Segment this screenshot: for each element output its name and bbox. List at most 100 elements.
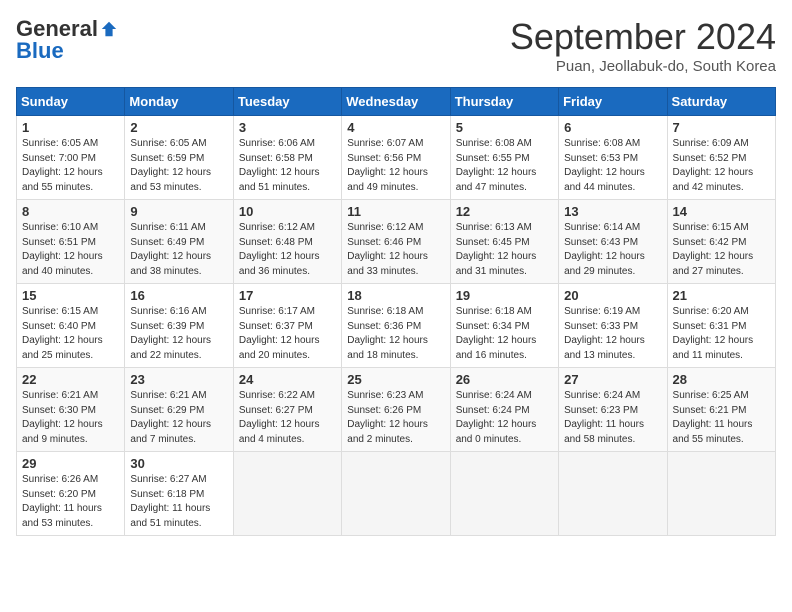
day-number: 28 xyxy=(673,372,770,387)
day-number: 21 xyxy=(673,288,770,303)
table-row: 3 Sunrise: 6:06 AMSunset: 6:58 PMDaylight… xyxy=(233,116,341,200)
day-info: Sunrise: 6:09 AMSunset: 6:52 PMDaylight:… xyxy=(673,137,770,195)
day-info: Sunrise: 6:11 AMSunset: 6:49 PMDaylight:… xyxy=(130,221,227,279)
day-info: Sunrise: 6:26 AMSunset: 6:20 PMDaylight:… xyxy=(22,473,119,531)
day-number: 11 xyxy=(347,204,444,219)
table-row: 30 Sunrise: 6:27 AMSunset: 6:18 PMDayligh… xyxy=(125,452,233,536)
table-row: 29 Sunrise: 6:26 AMSunset: 6:20 PMDayligh… xyxy=(17,452,125,536)
day-info: Sunrise: 6:06 AMSunset: 6:58 PMDaylight:… xyxy=(239,137,336,195)
table-row: 4 Sunrise: 6:07 AMSunset: 6:56 PMDaylight… xyxy=(342,116,450,200)
day-number: 9 xyxy=(130,204,227,219)
title-area: September 2024 Puan, Jeollabuk-do, South… xyxy=(510,16,776,75)
day-number: 20 xyxy=(564,288,661,303)
calendar-week-row: 1Sunrise: 6:05 AMSunset: 7:00 PMDaylight… xyxy=(17,116,776,200)
table-row: 14 Sunrise: 6:15 AMSunset: 6:42 PMDayligh… xyxy=(667,200,775,284)
logo: General Blue xyxy=(16,16,118,64)
table-row: 23Sunrise: 6:21 AMSunset: 6:29 PMDayligh… xyxy=(125,368,233,452)
day-info: Sunrise: 6:27 AMSunset: 6:18 PMDaylight:… xyxy=(130,473,227,531)
day-info: Sunrise: 6:24 AMSunset: 6:23 PMDaylight:… xyxy=(564,389,661,447)
month-title: September 2024 xyxy=(510,16,776,58)
weekday-header-cell: Monday xyxy=(125,88,233,116)
day-number: 26 xyxy=(456,372,553,387)
calendar-body: 1Sunrise: 6:05 AMSunset: 7:00 PMDaylight… xyxy=(17,116,776,536)
table-row xyxy=(342,452,450,536)
table-row: 12Sunrise: 6:13 AMSunset: 6:45 PMDayligh… xyxy=(450,200,558,284)
day-number: 22 xyxy=(22,372,119,387)
table-row: 27 Sunrise: 6:24 AMSunset: 6:23 PMDayligh… xyxy=(559,368,667,452)
table-row: 13Sunrise: 6:14 AMSunset: 6:43 PMDayligh… xyxy=(559,200,667,284)
day-number: 15 xyxy=(22,288,119,303)
day-info: Sunrise: 6:12 AMSunset: 6:48 PMDaylight:… xyxy=(239,221,336,279)
day-number: 18 xyxy=(347,288,444,303)
day-info: Sunrise: 6:12 AMSunset: 6:46 PMDaylight:… xyxy=(347,221,444,279)
day-number: 1 xyxy=(22,120,119,135)
day-number: 3 xyxy=(239,120,336,135)
header: General Blue September 2024 Puan, Jeolla… xyxy=(16,16,776,75)
day-number: 30 xyxy=(130,456,227,471)
calendar-week-row: 8 Sunrise: 6:10 AMSunset: 6:51 PMDaylight… xyxy=(17,200,776,284)
day-info: Sunrise: 6:08 AMSunset: 6:55 PMDaylight:… xyxy=(456,137,553,195)
day-info: Sunrise: 6:13 AMSunset: 6:45 PMDaylight:… xyxy=(456,221,553,279)
weekday-header-cell: Tuesday xyxy=(233,88,341,116)
calendar-week-row: 22 Sunrise: 6:21 AMSunset: 6:30 PMDayligh… xyxy=(17,368,776,452)
weekday-header-row: SundayMondayTuesdayWednesdayThursdayFrid… xyxy=(17,88,776,116)
table-row xyxy=(559,452,667,536)
table-row: 9 Sunrise: 6:11 AMSunset: 6:49 PMDaylight… xyxy=(125,200,233,284)
day-number: 27 xyxy=(564,372,661,387)
day-info: Sunrise: 6:21 AMSunset: 6:30 PMDaylight:… xyxy=(22,389,119,447)
table-row: 17 Sunrise: 6:17 AMSunset: 6:37 PMDayligh… xyxy=(233,284,341,368)
weekday-header-cell: Wednesday xyxy=(342,88,450,116)
day-number: 17 xyxy=(239,288,336,303)
table-row xyxy=(450,452,558,536)
day-info: Sunrise: 6:10 AMSunset: 6:51 PMDaylight:… xyxy=(22,221,119,279)
day-number: 8 xyxy=(22,204,119,219)
day-number: 4 xyxy=(347,120,444,135)
day-info: Sunrise: 6:08 AMSunset: 6:53 PMDaylight:… xyxy=(564,137,661,195)
day-number: 2 xyxy=(130,120,227,135)
day-info: Sunrise: 6:17 AMSunset: 6:37 PMDaylight:… xyxy=(239,305,336,363)
day-number: 29 xyxy=(22,456,119,471)
table-row: 2 Sunrise: 6:05 AMSunset: 6:59 PMDaylight… xyxy=(125,116,233,200)
day-info: Sunrise: 6:15 AMSunset: 6:42 PMDaylight:… xyxy=(673,221,770,279)
table-row: 26 Sunrise: 6:24 AMSunset: 6:24 PMDayligh… xyxy=(450,368,558,452)
table-row: 28 Sunrise: 6:25 AMSunset: 6:21 PMDayligh… xyxy=(667,368,775,452)
day-info: Sunrise: 6:18 AMSunset: 6:36 PMDaylight:… xyxy=(347,305,444,363)
day-number: 5 xyxy=(456,120,553,135)
table-row: 15 Sunrise: 6:15 AMSunset: 6:40 PMDayligh… xyxy=(17,284,125,368)
table-row: 22 Sunrise: 6:21 AMSunset: 6:30 PMDayligh… xyxy=(17,368,125,452)
table-row xyxy=(667,452,775,536)
table-row: 10 Sunrise: 6:12 AMSunset: 6:48 PMDayligh… xyxy=(233,200,341,284)
day-number: 14 xyxy=(673,204,770,219)
table-row: 18 Sunrise: 6:18 AMSunset: 6:36 PMDayligh… xyxy=(342,284,450,368)
calendar-week-row: 15 Sunrise: 6:15 AMSunset: 6:40 PMDayligh… xyxy=(17,284,776,368)
table-row: 1Sunrise: 6:05 AMSunset: 7:00 PMDaylight… xyxy=(17,116,125,200)
weekday-header-cell: Sunday xyxy=(17,88,125,116)
table-row: 19Sunrise: 6:18 AMSunset: 6:34 PMDayligh… xyxy=(450,284,558,368)
table-row: 11 Sunrise: 6:12 AMSunset: 6:46 PMDayligh… xyxy=(342,200,450,284)
table-row: 5 Sunrise: 6:08 AMSunset: 6:55 PMDaylight… xyxy=(450,116,558,200)
table-row: 6 Sunrise: 6:08 AMSunset: 6:53 PMDaylight… xyxy=(559,116,667,200)
day-info: Sunrise: 6:19 AMSunset: 6:33 PMDaylight:… xyxy=(564,305,661,363)
day-info: Sunrise: 6:14 AMSunset: 6:43 PMDaylight:… xyxy=(564,221,661,279)
day-info: Sunrise: 6:16 AMSunset: 6:39 PMDaylight:… xyxy=(130,305,227,363)
table-row: 7Sunrise: 6:09 AMSunset: 6:52 PMDaylight… xyxy=(667,116,775,200)
day-info: Sunrise: 6:18 AMSunset: 6:34 PMDaylight:… xyxy=(456,305,553,363)
day-number: 24 xyxy=(239,372,336,387)
day-info: Sunrise: 6:25 AMSunset: 6:21 PMDaylight:… xyxy=(673,389,770,447)
table-row: 20 Sunrise: 6:19 AMSunset: 6:33 PMDayligh… xyxy=(559,284,667,368)
day-info: Sunrise: 6:07 AMSunset: 6:56 PMDaylight:… xyxy=(347,137,444,195)
calendar: SundayMondayTuesdayWednesdayThursdayFrid… xyxy=(16,87,776,536)
day-info: Sunrise: 6:20 AMSunset: 6:31 PMDaylight:… xyxy=(673,305,770,363)
day-info: Sunrise: 6:22 AMSunset: 6:27 PMDaylight:… xyxy=(239,389,336,447)
table-row: 21 Sunrise: 6:20 AMSunset: 6:31 PMDayligh… xyxy=(667,284,775,368)
calendar-week-row: 29 Sunrise: 6:26 AMSunset: 6:20 PMDayligh… xyxy=(17,452,776,536)
day-number: 25 xyxy=(347,372,444,387)
logo-blue-text: Blue xyxy=(16,38,64,64)
day-number: 10 xyxy=(239,204,336,219)
subtitle: Puan, Jeollabuk-do, South Korea xyxy=(510,58,776,75)
day-info: Sunrise: 6:24 AMSunset: 6:24 PMDaylight:… xyxy=(456,389,553,447)
day-number: 6 xyxy=(564,120,661,135)
day-info: Sunrise: 6:15 AMSunset: 6:40 PMDaylight:… xyxy=(22,305,119,363)
weekday-header-cell: Saturday xyxy=(667,88,775,116)
day-info: Sunrise: 6:05 AMSunset: 6:59 PMDaylight:… xyxy=(130,137,227,195)
